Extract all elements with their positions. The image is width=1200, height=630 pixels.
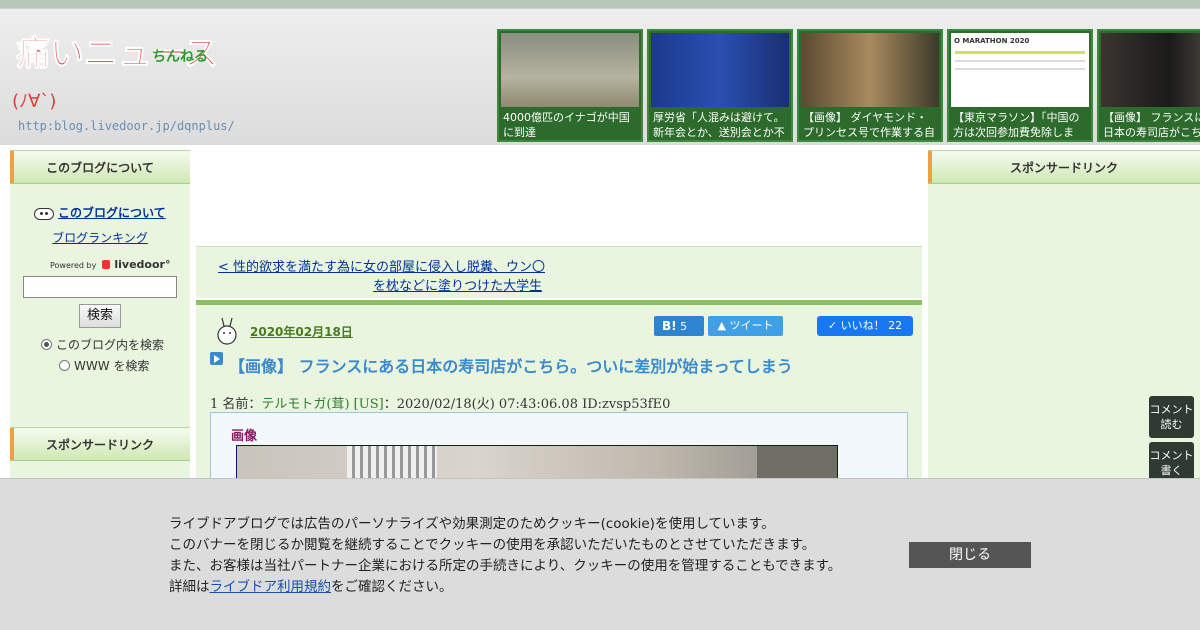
powered-by-livedoor[interactable]: Powered by livedoor° xyxy=(50,258,170,271)
thumb-banner-bar xyxy=(955,51,1085,54)
thumb-caption: 4000億匹のイナゴが中国に到達 xyxy=(503,111,630,139)
radio-unselected-icon[interactable] xyxy=(59,360,70,371)
comment-read-button[interactable]: コメント 読む xyxy=(1149,396,1194,438)
hatena-bookmark-button[interactable]: B! 5 xyxy=(654,316,704,336)
tweet-button[interactable]: ▲ ツイート xyxy=(708,316,783,336)
prev-article-box: < 性的欲求を満たす為に女の部屋に侵入し脱糞、ウン〇 を枕などに塗りつけた大学生 xyxy=(196,246,922,298)
twitter-bird-icon: ▲ xyxy=(717,319,730,332)
ranking-link[interactable]: ブログランキング xyxy=(10,229,190,246)
thumb-caption: 厚労省「人混みは避けて。新年会とか、送別会とか不 xyxy=(653,111,785,139)
cookie-close-button[interactable]: 閉じる xyxy=(909,542,1031,568)
thumbnail-strip: 4000億匹のイナゴが中国に到達 厚労省「人混みは避けて。新年会とか、送別会とか… xyxy=(497,29,1200,142)
thumbs-up-icon: ✓ xyxy=(827,319,841,332)
logo-face-text: (ﾉ∀`) xyxy=(12,91,56,112)
thumb-banner-text: O MARATHON 2020 xyxy=(954,37,1030,45)
thumb-card[interactable]: 厚労省「人混みは避けて。新年会とか、送別会とか不 xyxy=(647,29,793,142)
poster-name: テルモトガ(茸) [US] xyxy=(261,397,384,412)
logo-sub-text: ちんねる xyxy=(152,49,208,65)
ad-space xyxy=(196,150,922,244)
about-heading: このブログについて xyxy=(10,150,190,184)
top-border xyxy=(0,0,1200,8)
radio-search-blog[interactable]: このブログ内を検索 xyxy=(41,336,164,353)
thumb-card[interactable]: 【画像】 フランスにある日本の寿司店がこちら xyxy=(1097,29,1200,142)
thumb-image xyxy=(1101,33,1200,107)
cookie-text: ライブドアブログでは広告のパーソナライズや効果測定のためクッキー(cookie)… xyxy=(169,516,842,595)
search-button[interactable]: 検索 xyxy=(79,304,121,328)
logo-url: http:blog.livedoor.jp/dqnplus/ xyxy=(18,119,235,133)
facebook-like-button[interactable]: ✓ いいね！ 22 xyxy=(817,316,913,336)
rabbit-icon xyxy=(217,317,237,345)
site-header: 痛いニュース ちんねる (ﾉ∀`) http:blog.livedoor.jp/… xyxy=(0,8,1200,145)
radio-selected-icon[interactable] xyxy=(41,339,52,350)
thumb-caption: 【画像】 フランスにある日本の寿司店がこちら xyxy=(1103,111,1200,139)
play-icon xyxy=(210,352,223,365)
quote-label: 画像 xyxy=(231,429,258,444)
cookie-banner: ライブドアブログでは広告のパーソナライズや効果測定のためクッキー(cookie)… xyxy=(0,478,1200,630)
prev-article-link[interactable]: < 性的欲求を満たす為に女の部屋に侵入し脱糞、ウン〇 xyxy=(218,256,545,275)
livedoor-icon xyxy=(102,260,111,269)
thumb-card[interactable]: O MARATHON 2020 【東京マラソン】「中国の方は次回参加費免除しま xyxy=(947,29,1093,142)
thumb-caption: 【東京マラソン】「中国の方は次回参加費免除しま xyxy=(953,111,1080,139)
prev-article-link-cont[interactable]: を枕などに塗りつけた大学生 xyxy=(373,275,542,294)
thumb-caption: 【画像】 ダイヤモンド・プリンセス号で作業する自衛 xyxy=(803,111,935,139)
left-sponsor-heading: スポンサードリンク xyxy=(10,427,190,461)
thumb-card[interactable]: 4000億匹のイナゴが中国に到達 xyxy=(497,29,643,142)
post-date[interactable]: 2020年02月18日 xyxy=(250,323,353,340)
thumb-image: O MARATHON 2020 xyxy=(951,33,1089,107)
about-link[interactable]: このブログについて xyxy=(34,204,166,221)
article-title[interactable]: 【画像】 フランスにある日本の寿司店がこちら。ついに差別が始まってしまう xyxy=(229,353,793,377)
search-input[interactable] xyxy=(23,276,177,298)
thumb-image xyxy=(501,33,639,107)
thumb-image xyxy=(801,33,939,107)
terms-link[interactable]: ライブドア利用規約 xyxy=(210,579,332,595)
thumb-image xyxy=(651,33,789,107)
radio-search-www[interactable]: WWW を検索 xyxy=(59,357,149,374)
post-meta: 1 名前：テルモトガ(茸) [US]：2020/02/18(火) 07:43:0… xyxy=(210,397,671,412)
thumb-card[interactable]: 【画像】 ダイヤモンド・プリンセス号で作業する自衛 xyxy=(797,29,943,142)
face-icon xyxy=(34,207,54,220)
right-sponsor-heading: スポンサードリンク xyxy=(928,150,1200,184)
